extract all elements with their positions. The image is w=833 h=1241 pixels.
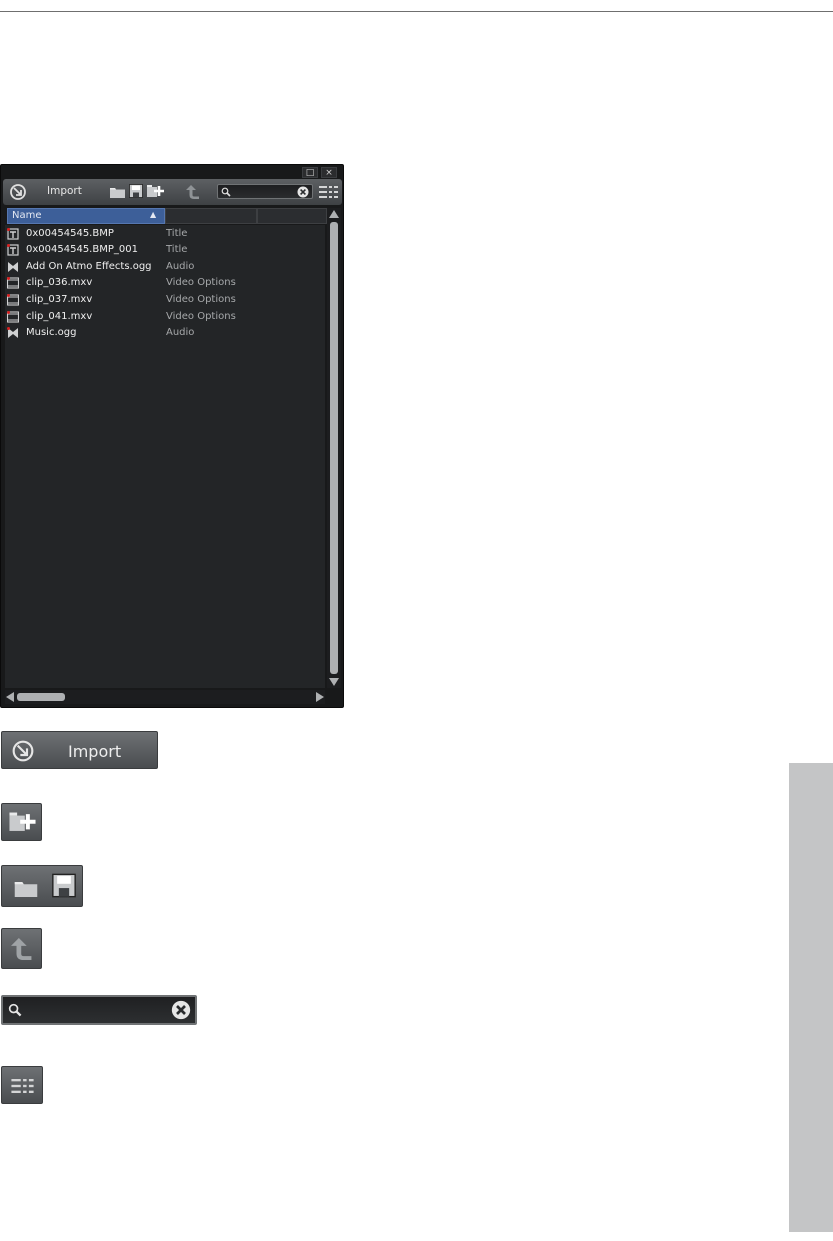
title-clip-icon: [7, 228, 19, 240]
list-view-button-large[interactable]: [1, 1066, 43, 1104]
scroll-down-icon[interactable]: [329, 678, 339, 686]
scroll-up-icon[interactable]: [329, 210, 339, 218]
title-clip-icon: [7, 244, 19, 256]
sort-ascending-icon: ▲: [150, 210, 157, 219]
page-top-rule: [0, 11, 833, 12]
toolbar: Import: [3, 179, 342, 205]
folder-up-icon[interactable]: [186, 184, 200, 200]
import-button-large[interactable]: Import: [1, 731, 158, 769]
list-item[interactable]: 0x00454545.BMP Title: [5, 226, 325, 242]
list-item[interactable]: clip_037.mxv Video Options: [5, 292, 325, 308]
list-item[interactable]: 0x00454545.BMP_001 Title: [5, 242, 325, 258]
list-item[interactable]: clip_036.mxv Video Options: [5, 275, 325, 291]
import-icon: [12, 740, 34, 762]
add-folder-icon[interactable]: [147, 184, 164, 199]
file-type: Video Options: [166, 277, 236, 288]
folder-up-button-large[interactable]: [1, 928, 42, 969]
chapter-side-tab: [789, 763, 833, 1232]
video-clip-icon: [7, 294, 19, 306]
column-header-name-label: Name: [12, 210, 42, 221]
scroll-left-icon[interactable]: [6, 692, 14, 702]
list-view-icon: [11, 1079, 34, 1093]
import-button[interactable]: Import: [47, 185, 82, 197]
file-type: Video Options: [166, 294, 236, 305]
clear-search-icon[interactable]: [171, 1000, 191, 1020]
import-button-large-label: Import: [68, 742, 122, 761]
folder-up-icon: [11, 938, 32, 960]
video-clip-icon: [7, 311, 19, 323]
column-header-extra[interactable]: [257, 208, 327, 224]
save-icon[interactable]: [52, 872, 76, 899]
open-save-buttons-large: [1, 865, 83, 907]
file-name: Add On Atmo Effects.ogg: [26, 261, 152, 272]
file-name: clip_041.mxv: [26, 311, 93, 322]
vertical-scrollbar-thumb[interactable]: [330, 222, 338, 674]
file-name: 0x00454545.BMP: [26, 228, 114, 239]
save-icon[interactable]: [129, 184, 143, 198]
file-type: Title: [166, 228, 188, 239]
add-folder-button-large[interactable]: [1, 803, 42, 841]
file-type: Title: [166, 244, 188, 255]
column-header-name[interactable]: Name ▲: [7, 208, 165, 224]
close-button[interactable]: ×: [321, 167, 337, 178]
video-clip-icon: [7, 277, 19, 289]
list-item[interactable]: Add On Atmo Effects.ogg Audio: [5, 259, 325, 275]
search-icon: [8, 1003, 22, 1017]
horizontal-scrollbar-thumb[interactable]: [17, 693, 65, 701]
import-icon[interactable]: [9, 183, 27, 201]
file-type: Audio: [166, 327, 195, 338]
column-header-row: Name ▲: [5, 208, 327, 224]
add-folder-icon: [9, 812, 36, 831]
horizontal-scrollbar[interactable]: [5, 690, 325, 704]
list-item[interactable]: clip_041.mxv Video Options: [5, 309, 325, 325]
folder-icon[interactable]: [14, 879, 38, 897]
search-icon: [221, 187, 231, 197]
media-pool-panel: □ × Import Name ▲ 0x00454545.BMP Title 0…: [0, 164, 344, 708]
audio-icon: [7, 327, 18, 338]
file-name: Music.ogg: [26, 327, 77, 338]
folder-icon[interactable]: [110, 186, 125, 198]
column-header-type[interactable]: [165, 208, 257, 224]
scroll-right-icon[interactable]: [316, 692, 324, 702]
search-input-large[interactable]: [1, 995, 197, 1025]
maximize-button[interactable]: □: [302, 167, 318, 178]
file-list: 0x00454545.BMP Title 0x00454545.BMP_001 …: [5, 225, 325, 688]
list-item[interactable]: Music.ogg Audio: [5, 325, 325, 341]
file-name: clip_037.mxv: [26, 294, 93, 305]
file-type: Video Options: [166, 311, 236, 322]
audio-icon: [8, 262, 18, 272]
file-name: clip_036.mxv: [26, 277, 93, 288]
search-input[interactable]: [217, 184, 313, 199]
vertical-scrollbar[interactable]: [327, 208, 341, 688]
file-type: Audio: [166, 261, 195, 272]
clear-search-icon[interactable]: [297, 186, 309, 198]
list-view-icon[interactable]: [319, 186, 338, 198]
file-name: 0x00454545.BMP_001: [26, 244, 138, 255]
